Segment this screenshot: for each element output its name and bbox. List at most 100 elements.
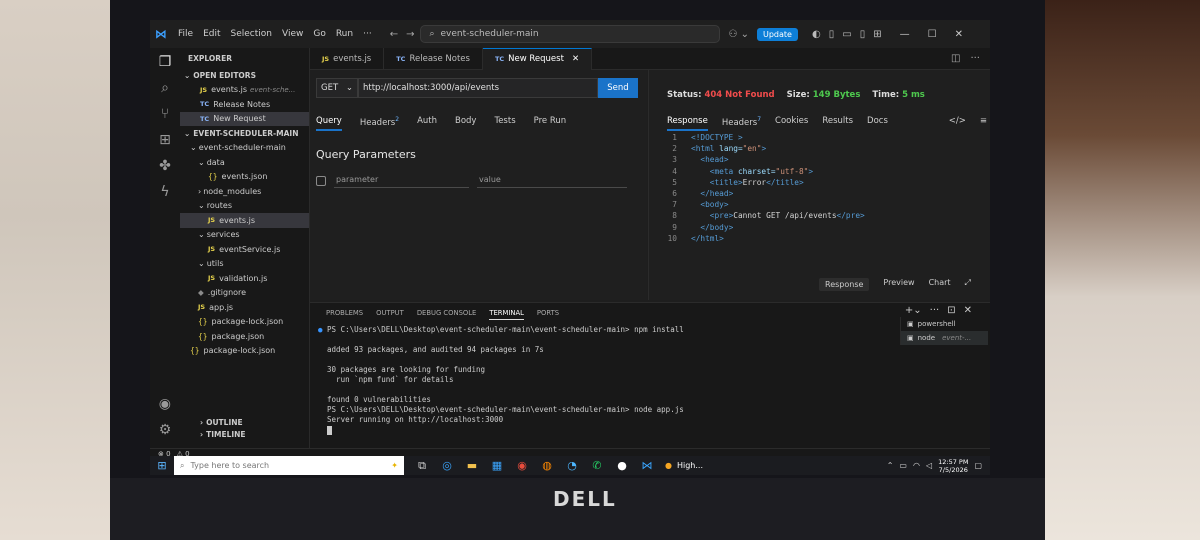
menu-item-5[interactable]: Run [336, 29, 353, 39]
close-window-icon[interactable]: ✕ [955, 29, 963, 40]
teams-icon[interactable]: ◔ [564, 459, 580, 473]
tree-item[interactable]: {} package-lock.json [180, 344, 309, 359]
request-tab-auth[interactable]: Auth [417, 116, 437, 131]
response-tab-response[interactable]: Response [667, 116, 708, 131]
task-view-icon[interactable]: ⧉ [414, 459, 430, 473]
notifications-icon[interactable]: ▢ [974, 461, 982, 470]
python-icon[interactable]: ✤ [159, 158, 171, 174]
terminal-instance-powershell[interactable]: ▣ powershell [901, 317, 988, 331]
request-tab-tests[interactable]: Tests [494, 116, 515, 131]
tab-new-request[interactable]: TC New Request ✕ [482, 47, 593, 70]
back-arrow-icon[interactable]: ← [390, 29, 398, 40]
expand-icon[interactable]: ⤢ [965, 278, 971, 291]
minimize-icon[interactable]: — [900, 29, 910, 40]
thunder-client-icon[interactable]: ϟ [160, 184, 169, 200]
new-terminal-icon[interactable]: +⌄ [905, 305, 922, 316]
toggle-panel-icon[interactable]: ▭ [842, 29, 851, 40]
method-select[interactable]: GET ⌄ [316, 78, 358, 98]
source-control-icon[interactable]: ⑂ [161, 106, 169, 122]
tree-item[interactable]: JS validation.js [180, 271, 309, 286]
send-button[interactable]: Send [598, 78, 638, 98]
edge-icon[interactable]: ◎ [439, 459, 455, 473]
menu-item-3[interactable]: View [282, 29, 303, 39]
terminal-output[interactable]: ● PS C:\Users\DELL\Desktop\event-schedul… [318, 325, 888, 435]
tree-item[interactable]: › node_modules [180, 184, 309, 199]
tree-item[interactable]: ⌄ routes [180, 199, 309, 214]
maximize-panel-icon[interactable]: ⊡ [947, 305, 955, 316]
windows-start-icon[interactable]: ⊞ [150, 456, 174, 475]
volume-icon[interactable]: ◁ [926, 461, 932, 470]
close-panel-icon[interactable]: ✕ [964, 305, 972, 316]
explorer-icon[interactable]: ❐ [159, 54, 172, 70]
menu-item-1[interactable]: Edit [203, 29, 220, 39]
accounts-icon[interactable]: ◐ [812, 29, 821, 40]
open-editor-item[interactable]: JS events.js event-sche... [180, 83, 309, 98]
tree-item[interactable]: ⌄ utils [180, 257, 309, 272]
network-icon[interactable]: ◠ [913, 461, 920, 470]
copilot-icon[interactable]: ⚇ ⌄ [728, 29, 749, 40]
request-tab-query[interactable]: Query [316, 116, 342, 131]
code-view-icon[interactable]: </> [949, 116, 966, 131]
toggle-sidebar-icon[interactable]: ▯ [829, 29, 835, 40]
tray-chevron-icon[interactable]: ⌃ [887, 461, 894, 470]
github-icon[interactable]: ● [614, 459, 630, 473]
extensions-icon[interactable]: ⊞ [159, 132, 171, 148]
panel-tab-debug-console[interactable]: DEBUG CONSOLE [417, 309, 477, 320]
response-view-preview[interactable]: Preview [883, 278, 914, 291]
outline-section[interactable]: › OUTLINE [180, 416, 310, 428]
panel-tab-problems[interactable]: PROBLEMS [326, 309, 363, 320]
more-icon[interactable]: ··· [930, 305, 940, 316]
response-tab-results[interactable]: Results [822, 116, 853, 131]
response-view-chart[interactable]: Chart [929, 278, 951, 291]
update-button[interactable]: Update [757, 27, 798, 41]
file-explorer-icon[interactable]: ▬ [464, 459, 480, 473]
tree-item[interactable]: ⌄ data [180, 155, 309, 170]
tree-item[interactable]: {} package-lock.json [180, 315, 309, 330]
maximize-icon[interactable]: ☐ [928, 29, 937, 40]
response-tab-docs[interactable]: Docs [867, 116, 888, 131]
tree-item[interactable]: JS events.js [180, 213, 309, 228]
url-input[interactable]: http://localhost:3000/api/events [358, 78, 598, 98]
close-tab-icon[interactable]: ✕ [572, 54, 579, 64]
panel-tab-terminal[interactable]: TERMINAL [489, 309, 524, 320]
taskbar-clock[interactable]: 12:57 PM 7/5/2026 [938, 458, 968, 474]
request-tab-headers[interactable]: Headers2 [360, 116, 399, 131]
workspace-header[interactable]: ⌄ EVENT-SCHEDULER-MAIN [180, 126, 309, 141]
settings-gear-icon[interactable]: ⚙ [159, 422, 172, 438]
firefox-icon[interactable]: ◍ [539, 459, 555, 473]
param-name-input[interactable]: parameter [334, 173, 469, 188]
customize-layout-icon[interactable]: ⊞ [873, 29, 881, 40]
request-tab-body[interactable]: Body [455, 116, 476, 131]
whatsapp-icon[interactable]: ✆ [589, 459, 605, 473]
more-actions-icon[interactable]: ··· [970, 53, 980, 64]
param-checkbox[interactable] [316, 175, 326, 186]
menu-item-0[interactable]: File [178, 29, 193, 39]
vscode-taskbar-icon[interactable]: ⋈ [639, 459, 655, 473]
battery-icon[interactable]: ▭ [899, 461, 907, 470]
timeline-section[interactable]: › TIMELINE [180, 428, 310, 440]
menu-item-4[interactable]: Go [313, 29, 325, 39]
forward-arrow-icon[interactable]: → [406, 29, 414, 40]
open-editor-item[interactable]: TC Release Notes [180, 97, 309, 112]
tab-events.js[interactable]: JS events.js [310, 47, 385, 70]
tree-item[interactable]: ⌄ event-scheduler-main [180, 141, 309, 156]
open-editor-item[interactable]: TC New Request [180, 111, 309, 126]
tree-item[interactable]: {} events.json [180, 170, 309, 185]
account-icon[interactable]: ◉ [159, 396, 172, 412]
panel-tab-output[interactable]: OUTPUT [376, 309, 404, 320]
menu-item-2[interactable]: Selection [231, 29, 272, 39]
open-editors-header[interactable]: ⌄ OPEN EDITORS [180, 68, 309, 83]
response-view-response[interactable]: Response [819, 278, 870, 291]
command-center-search[interactable]: ⌕ event-scheduler-main [420, 25, 721, 43]
menu-lines-icon[interactable]: ≡ [980, 116, 987, 131]
terminal-instance-node[interactable]: ▣ node event-... [901, 331, 988, 345]
tree-item[interactable]: JS eventService.js [180, 242, 309, 257]
store-icon[interactable]: ▦ [489, 459, 505, 473]
menu-item-6[interactable]: ··· [363, 29, 372, 39]
toggle-secondary-sidebar-icon[interactable]: ▯ [860, 29, 866, 40]
chrome-icon[interactable]: ◉ [514, 459, 530, 473]
response-tab-cookies[interactable]: Cookies [775, 116, 808, 131]
tab-release-notes[interactable]: TC Release Notes [384, 47, 483, 70]
panel-tab-ports[interactable]: PORTS [537, 309, 559, 320]
split-editor-icon[interactable]: ◫ [951, 53, 960, 64]
